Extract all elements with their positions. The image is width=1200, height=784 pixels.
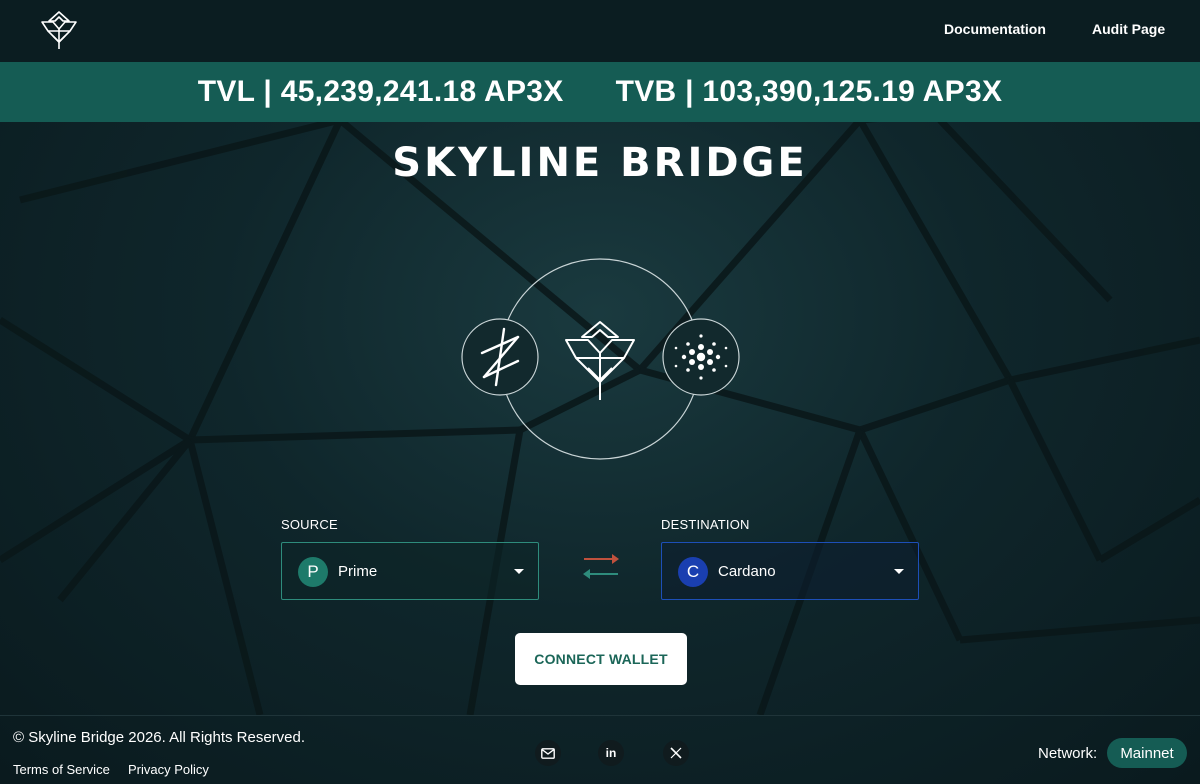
footer-divider: [0, 715, 1200, 716]
linkedin-icon[interactable]: in: [598, 740, 624, 766]
nav-documentation-link[interactable]: Documentation: [944, 21, 1046, 37]
cardano-icon: [662, 318, 740, 396]
mail-icon[interactable]: [535, 740, 561, 766]
network-label: Network:: [1038, 745, 1098, 762]
bridge-hub-graphic: [461, 258, 740, 460]
chevron-down-icon: [894, 569, 904, 574]
tvb-stat: TVB | 103,390,125.19 AP3X: [615, 75, 1003, 108]
top-header: Documentation Audit Page: [0, 0, 1200, 62]
chevron-down-icon: [514, 569, 524, 574]
destination-chain-select[interactable]: C Cardano: [661, 542, 919, 600]
network-badge[interactable]: Mainnet: [1107, 738, 1187, 768]
connect-wallet-button[interactable]: CONNECT WALLET: [515, 633, 687, 685]
skyline-crest-logo-icon[interactable]: [38, 9, 80, 51]
linkedin-glyph: in: [605, 746, 617, 760]
destination-label: DESTINATION: [661, 517, 750, 532]
prime-icon: P: [298, 557, 328, 587]
terms-of-service-link[interactable]: Terms of Service: [13, 762, 110, 777]
stats-banner: TVL | 45,239,241.18 AP3X TVB | 103,390,1…: [0, 62, 1200, 122]
page-title: SKYLINE BRIDGE: [392, 140, 808, 186]
nav-audit-page-link[interactable]: Audit Page: [1092, 21, 1165, 37]
prime-chain-icon: [461, 318, 539, 396]
copyright-text: © Skyline Bridge 2026. All Rights Reserv…: [13, 729, 306, 746]
source-label: SOURCE: [281, 517, 338, 532]
source-chain-select[interactable]: P Prime: [281, 542, 539, 600]
privacy-policy-link[interactable]: Privacy Policy: [128, 762, 209, 777]
cardano-chain-icon: C: [678, 557, 708, 587]
swap-arrows-icon: [583, 554, 619, 579]
x-icon[interactable]: [663, 740, 689, 766]
swap-direction-button[interactable]: [582, 552, 620, 580]
tvl-stat: TVL | 45,239,241.18 AP3X: [197, 75, 564, 108]
skyline-crest-icon: [565, 321, 635, 400]
app-page: Documentation Audit Page TVL | 45,239,24…: [0, 0, 1200, 784]
prime-icon-letter: P: [307, 562, 319, 581]
destination-chain-name: Cardano: [718, 563, 776, 580]
source-chain-name: Prime: [338, 563, 378, 580]
cardano-icon-letter: C: [686, 562, 700, 581]
